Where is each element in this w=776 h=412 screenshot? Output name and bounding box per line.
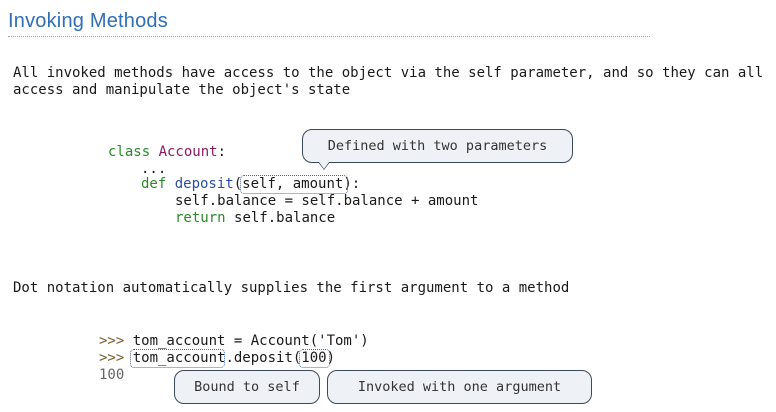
class-name: Account — [158, 144, 218, 160]
title-divider — [8, 36, 650, 37]
class-keyword: class — [108, 144, 159, 160]
code-line-return: return self.balance — [175, 210, 335, 227]
callout-invoked-one-arg: Invoked with one argument — [327, 370, 592, 404]
argument-highlight — [299, 349, 330, 368]
object-highlight — [130, 349, 225, 368]
repl-method: .deposit( — [225, 350, 302, 366]
class-colon: : — [217, 144, 227, 160]
repl-assign: tom_account = Account('Tom') — [132, 333, 369, 349]
callout-defined-two-params: Defined with two parameters — [302, 129, 573, 163]
params-highlight — [240, 175, 348, 194]
callout-defined-pointer-fill — [319, 162, 329, 169]
def-name: deposit — [174, 176, 234, 192]
intro-line-2: access and manipulate the object's state — [13, 82, 351, 98]
callout-bound-to-self: Bound to self — [174, 370, 320, 404]
code-line-balance: self.balance = self.balance + amount — [175, 193, 479, 209]
repl-line-1: >>> tom_account = Account('Tom') — [99, 333, 369, 350]
repl-prompt-2: >>> — [99, 350, 133, 366]
dot-notation-text: Dot notation automatically supplies the … — [13, 280, 570, 296]
page-title: Invoking Methods — [8, 10, 168, 32]
repl-prompt-1: >>> — [99, 333, 133, 349]
code-line-class: class Account: — [108, 144, 226, 161]
return-keyword: return — [175, 210, 235, 226]
intro-line-1: All invoked methods have access to the o… — [13, 65, 764, 81]
def-keyword: def — [141, 176, 175, 192]
repl-output: 100 — [99, 367, 125, 383]
return-value: self.balance — [234, 210, 336, 226]
